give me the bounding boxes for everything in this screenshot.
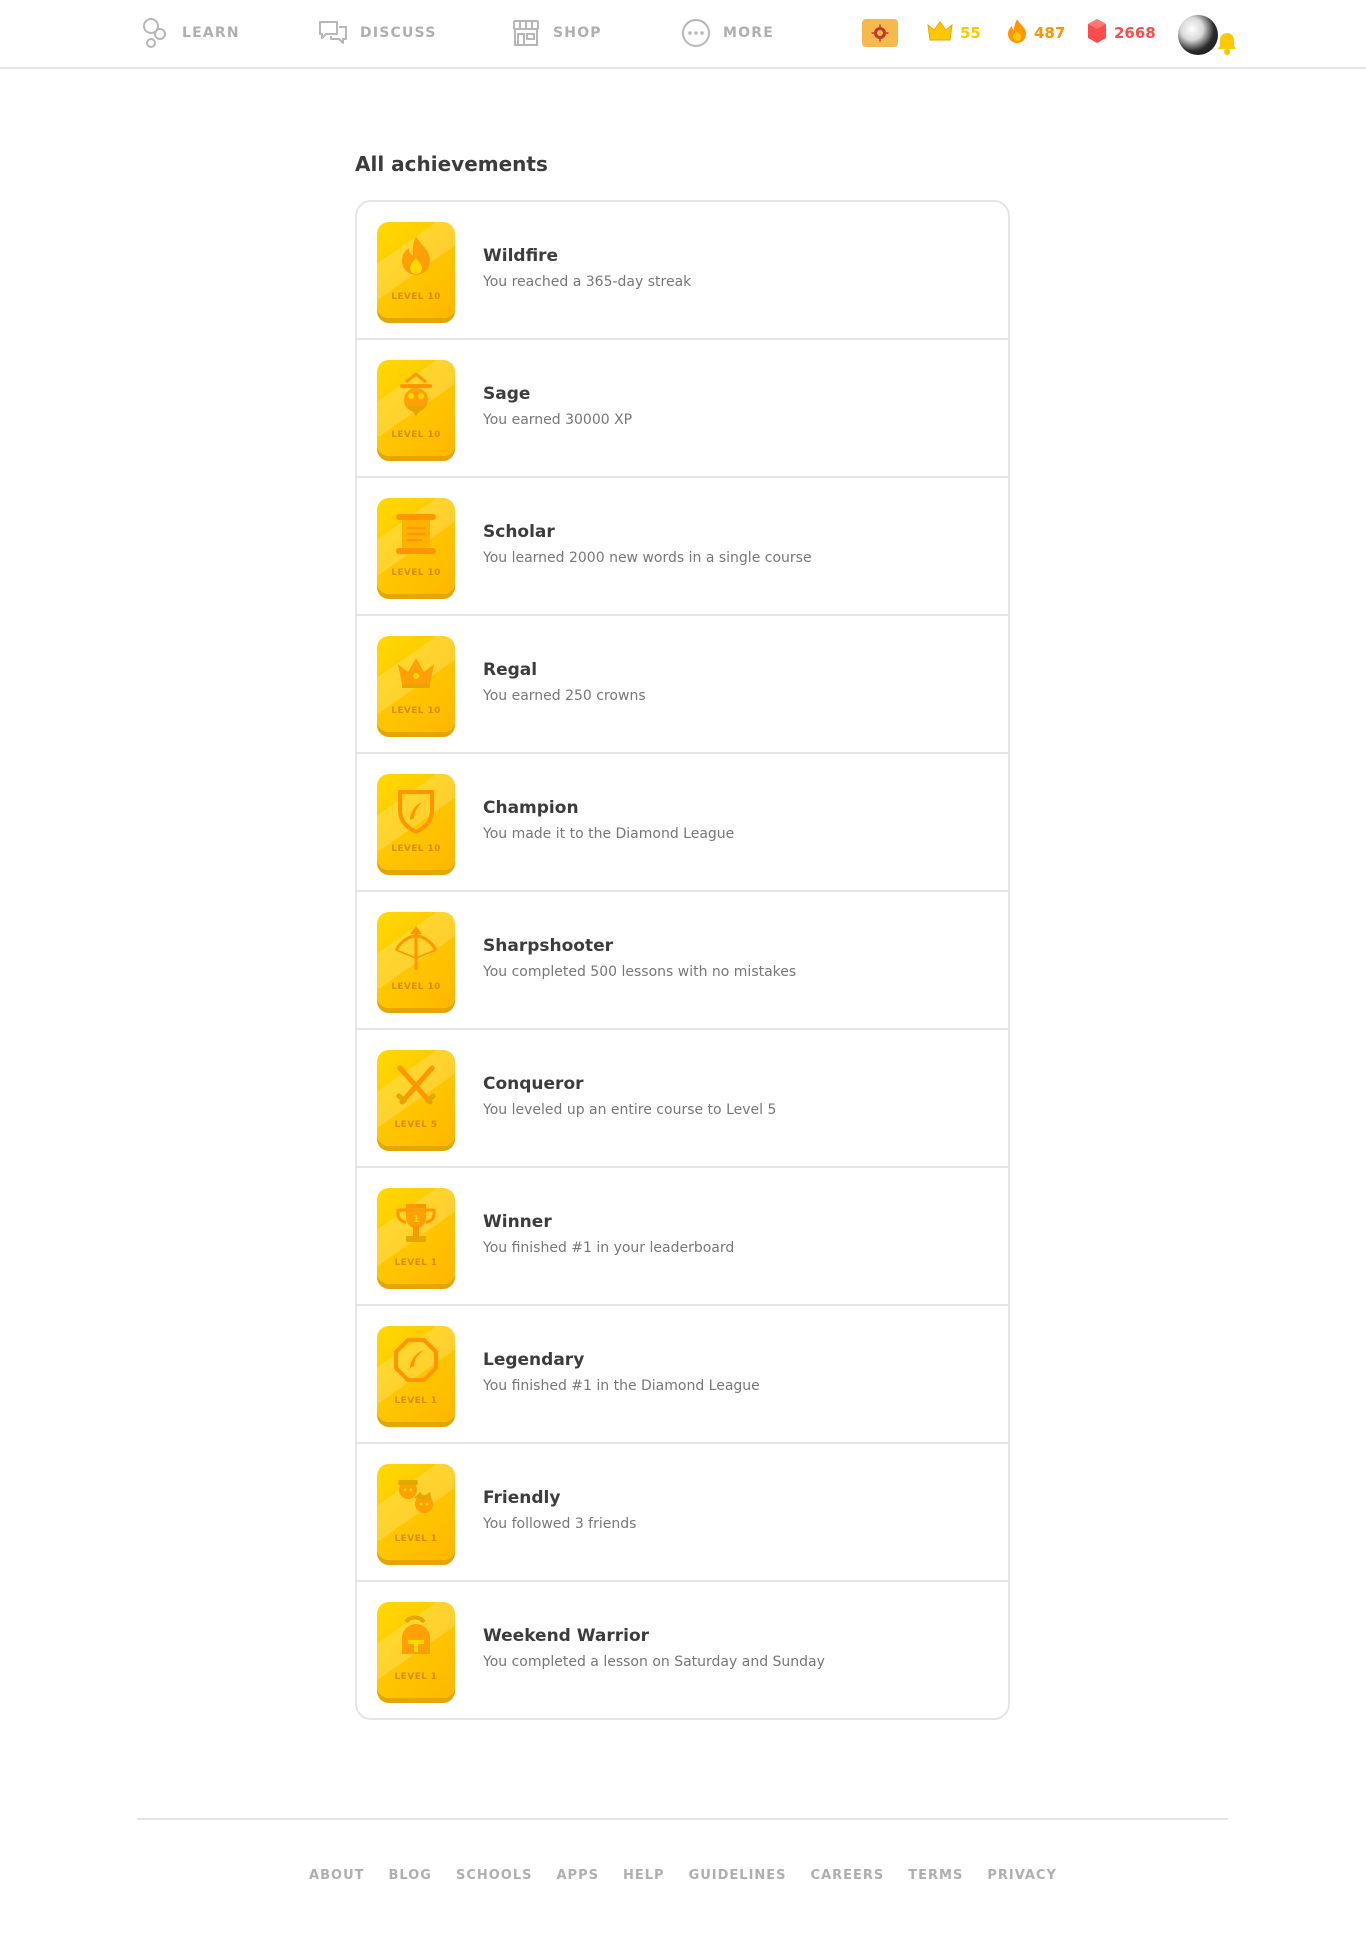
- nav-learn[interactable]: LEARN: [138, 16, 240, 50]
- svg-text:1: 1: [413, 1214, 420, 1225]
- nav-learn-label: LEARN: [182, 25, 240, 41]
- achievement-level: LEVEL 1: [394, 1672, 438, 1682]
- nav-more[interactable]: MORE: [679, 16, 774, 50]
- achievement-row[interactable]: 1 LEVEL 1 Winner You finished #1 in your…: [357, 1168, 1008, 1306]
- achievement-title: Winner: [483, 1212, 552, 1232]
- achievement-title: Legendary: [483, 1350, 585, 1370]
- crowns-counter[interactable]: 55: [926, 18, 981, 48]
- achievement-row[interactable]: LEVEL 10 Sage You earned 30000 XP: [357, 340, 1008, 478]
- nav-shop[interactable]: SHOP: [509, 16, 602, 50]
- achievement-title: Weekend Warrior: [483, 1626, 650, 1646]
- achievement-level: LEVEL 1: [394, 1258, 438, 1268]
- footer-divider: [137, 1818, 1228, 1820]
- achievement-description: You completed a lesson on Saturday and S…: [483, 1654, 825, 1670]
- achievement-level: LEVEL 10: [391, 430, 441, 440]
- achievement-row[interactable]: LEVEL 10 Regal You earned 250 crowns: [357, 616, 1008, 754]
- achievement-description: You finished #1 in the Diamond League: [483, 1378, 760, 1394]
- achievement-row[interactable]: LEVEL 1 Weekend Warrior You completed a …: [357, 1582, 1008, 1718]
- achievement-level: LEVEL 10: [391, 706, 441, 716]
- course-flag-icon: [862, 19, 898, 47]
- footer-link-help[interactable]: HELP: [623, 1868, 665, 1883]
- page-title: All achievements: [355, 152, 548, 176]
- achievement-title: Scholar: [483, 522, 555, 542]
- achievement-title: Regal: [483, 660, 538, 680]
- achievement-level: LEVEL 10: [391, 292, 441, 302]
- achievement-badge: LEVEL 10: [377, 912, 455, 1008]
- achievement-badge: LEVEL 10: [377, 360, 455, 456]
- nav-discuss-label: DISCUSS: [360, 25, 437, 41]
- footer-link-schools[interactable]: SCHOOLS: [456, 1868, 533, 1883]
- shop-icon: [509, 16, 543, 50]
- nav-more-label: MORE: [723, 25, 774, 41]
- achievement-row[interactable]: LEVEL 1 Friendly You followed 3 friends: [357, 1444, 1008, 1582]
- achievement-badge: LEVEL 5: [377, 1050, 455, 1146]
- more-icon: [679, 16, 713, 50]
- achievement-level: LEVEL 1: [394, 1534, 438, 1544]
- achievement-title: Sage: [483, 384, 531, 404]
- achievement-level: LEVEL 10: [391, 844, 441, 854]
- achievement-level: LEVEL 10: [391, 568, 441, 578]
- bell-icon[interactable]: [1216, 30, 1238, 56]
- achievement-description: You reached a 365-day streak: [483, 274, 692, 290]
- flame-icon: [1006, 18, 1028, 48]
- achievement-title: Conqueror: [483, 1074, 584, 1094]
- footer-link-careers[interactable]: CAREERS: [811, 1868, 885, 1883]
- gem-icon: [1086, 18, 1108, 48]
- streak-count: 487: [1034, 24, 1066, 42]
- footer-link-privacy[interactable]: PRIVACY: [987, 1868, 1057, 1883]
- learn-icon: [138, 16, 172, 50]
- footer-link-apps[interactable]: APPS: [557, 1868, 599, 1883]
- achievement-badge: 1 LEVEL 1: [377, 1188, 455, 1284]
- achievement-badge: LEVEL 10: [377, 774, 455, 870]
- course-flag[interactable]: [862, 18, 898, 48]
- achievement-description: You learned 2000 new words in a single c…: [483, 550, 812, 566]
- achievement-level: LEVEL 1: [394, 1396, 438, 1406]
- nav-discuss[interactable]: DISCUSS: [316, 16, 437, 50]
- footer-link-about[interactable]: ABOUT: [309, 1868, 364, 1883]
- achievement-row[interactable]: LEVEL 10 Champion You made it to the Dia…: [357, 754, 1008, 892]
- streak-counter[interactable]: 487: [1006, 18, 1065, 48]
- achievement-badge: LEVEL 10: [377, 222, 455, 318]
- achievement-description: You completed 500 lessons with no mistak…: [483, 964, 797, 980]
- achievement-title: Wildfire: [483, 246, 559, 266]
- achievement-row[interactable]: LEVEL 10 Wildfire You reached a 365-day …: [357, 202, 1008, 340]
- discuss-icon: [316, 16, 350, 50]
- achievement-badge: LEVEL 10: [377, 498, 455, 594]
- achievement-level: LEVEL 5: [394, 1120, 438, 1130]
- footer-link-terms[interactable]: TERMS: [908, 1868, 963, 1883]
- achievement-level: LEVEL 10: [391, 982, 441, 992]
- achievement-badge: LEVEL 1: [377, 1602, 455, 1698]
- achievement-row[interactable]: LEVEL 1 Legendary You finished #1 in the…: [357, 1306, 1008, 1444]
- top-navigation: LEARN DISCUSS SHOP MORE 55 487 2668: [0, 0, 1366, 69]
- gems-counter[interactable]: 2668: [1086, 18, 1156, 48]
- footer-link-blog[interactable]: BLOG: [389, 1868, 432, 1883]
- crowns-count: 55: [960, 24, 981, 42]
- achievement-badge: LEVEL 1: [377, 1326, 455, 1422]
- achievement-badge: LEVEL 1: [377, 1464, 455, 1560]
- footer-link-guidelines[interactable]: GUIDELINES: [689, 1868, 787, 1883]
- gems-count: 2668: [1114, 24, 1156, 42]
- achievement-title: Friendly: [483, 1488, 561, 1508]
- footer-links: ABOUT BLOG SCHOOLS APPS HELP GUIDELINES …: [0, 1868, 1366, 1883]
- achievement-description: You followed 3 friends: [483, 1516, 637, 1532]
- achievement-description: You made it to the Diamond League: [483, 826, 735, 842]
- achievement-description: You earned 250 crowns: [483, 688, 646, 704]
- crown-icon: [926, 20, 954, 46]
- achievement-row[interactable]: LEVEL 10 Scholar You learned 2000 new wo…: [357, 478, 1008, 616]
- achievement-row[interactable]: LEVEL 5 Conqueror You leveled up an enti…: [357, 1030, 1008, 1168]
- achievement-description: You earned 30000 XP: [483, 412, 633, 428]
- achievement-row[interactable]: LEVEL 10 Sharpshooter You completed 500 …: [357, 892, 1008, 1030]
- achievement-badge: LEVEL 10: [377, 636, 455, 732]
- achievement-description: You leveled up an entire course to Level…: [483, 1102, 777, 1118]
- achievement-description: You finished #1 in your leaderboard: [483, 1240, 735, 1256]
- achievement-title: Sharpshooter: [483, 936, 613, 956]
- achievement-title: Champion: [483, 798, 579, 818]
- achievements-list: LEVEL 10 Wildfire You reached a 365-day …: [355, 200, 1010, 1720]
- nav-shop-label: SHOP: [553, 25, 602, 41]
- avatar[interactable]: [1178, 15, 1218, 55]
